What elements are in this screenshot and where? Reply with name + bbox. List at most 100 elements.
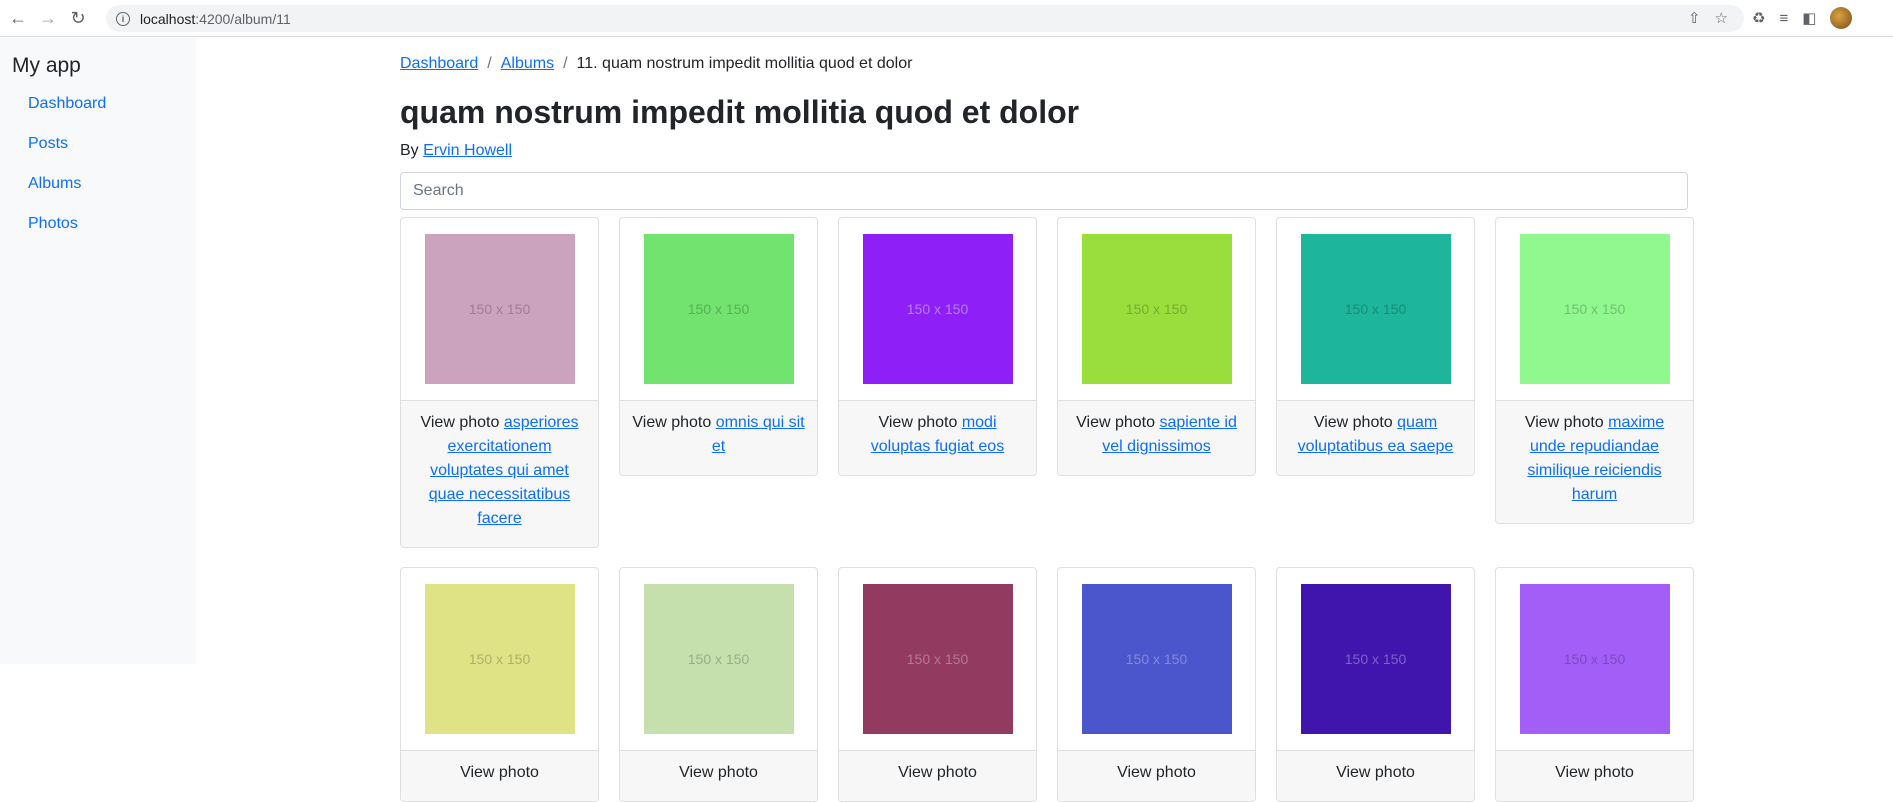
view-photo-prefix: View photo [1336,764,1415,781]
photo-thumbnail: 150 x 150 [1300,234,1451,384]
view-photo-prefix: View photo [679,764,758,781]
thumbnail-size-label: 150 x 150 [1125,301,1188,317]
photo-card: 150 x 150 View photo omnis qui sit et [619,217,818,476]
photo-caption: View photo [401,750,598,801]
photo-thumbnail-wrap: 150 x 150 [1496,218,1693,400]
author-link[interactable]: Ervin Howell [423,142,512,159]
view-photo-prefix: View photo [1313,414,1393,431]
site-info-icon[interactable]: i [116,11,130,26]
photo-caption: View photo [620,750,817,801]
view-photo-prefix: View photo [1117,764,1196,781]
photo-caption: View photo [1277,750,1474,801]
photo-caption: View photo [1058,750,1255,801]
photo-card: 150 x 150 View photo modi voluptas fugiat… [838,217,1037,476]
photo-card: 150 x 150 View photo quam voluptatibus ea… [1276,217,1475,476]
sidebar: My app Dashboard Posts Albums Photos [0,38,196,664]
thumbnail-size-label: 150 x 150 [468,301,531,317]
photo-thumbnail-wrap: 150 x 150 [620,568,817,750]
thumbnail-size-label: 150 x 150 [1344,301,1407,317]
reload-icon[interactable]: ↻ [66,6,90,30]
sidebar-item-photos[interactable]: Photos [28,215,106,255]
photo-caption: View photo modi voluptas fugiat eos [839,400,1036,475]
photo-card: 150 x 150 View photo [1057,567,1256,802]
photo-caption: View photo quam voluptatibus ea saepe [1277,400,1474,475]
thumbnail-size-label: 150 x 150 [906,651,969,667]
breadcrumb-separator: / [563,55,568,72]
view-photo-prefix: View photo [1524,414,1604,431]
view-photo-prefix: View photo [420,414,500,431]
photo-caption: View photo asperiores exercitationem vol… [401,400,598,547]
photo-thumbnail-wrap: 150 x 150 [1496,568,1693,750]
browser-toolbar: ← → ↻ i localhost:4200/album/11 ⇧ ☆ ♻ ≡ … [0,0,1893,37]
view-photo-prefix: View photo [898,764,977,781]
photo-thumbnail: 150 x 150 [424,584,575,734]
photo-thumbnail-wrap: 150 x 150 [401,218,598,400]
breadcrumb-current: 11. quam nostrum impedit mollitia quod e… [576,55,913,72]
url-path: :4200/album/11 [195,10,291,27]
thumbnail-size-label: 150 x 150 [1563,301,1626,317]
photo-card: 150 x 150 View photo asperiores exercitat… [400,217,599,548]
photo-thumbnail: 150 x 150 [862,234,1013,384]
view-photo-prefix: View photo [1076,414,1156,431]
url-host: localhost [140,10,196,27]
photo-card: 150 x 150 View photo [1276,567,1475,802]
photo-thumbnail-wrap: 150 x 150 [1277,218,1474,400]
photo-thumbnail: 150 x 150 [424,234,575,384]
photo-caption: View photo omnis qui sit et [620,400,817,475]
photo-thumbnail-wrap: 150 x 150 [839,218,1036,400]
extensions-puzzle-icon[interactable]: ♻ [1752,9,1765,27]
sidebar-item-albums[interactable]: Albums [28,175,106,215]
thumbnail-size-label: 150 x 150 [906,301,969,317]
photo-thumbnail-wrap: 150 x 150 [401,568,598,750]
app-brand[interactable]: My app [12,54,81,78]
photo-thumbnail: 150 x 150 [1081,584,1232,734]
breadcrumb: Dashboard / Albums / 11. quam nostrum im… [400,55,912,73]
view-photo-prefix: View photo [1555,764,1634,781]
photo-thumbnail: 150 x 150 [862,584,1013,734]
photo-caption: View photo [1496,750,1693,801]
photo-thumbnail-wrap: 150 x 150 [1058,218,1255,400]
back-icon[interactable]: ← [6,6,30,30]
bookmark-star-icon[interactable]: ☆ [1715,9,1728,27]
search-input[interactable] [400,172,1688,210]
photo-title-link[interactable]: omnis qui sit et [712,414,805,455]
view-photo-prefix: View photo [878,414,958,431]
photo-card: 150 x 150 View photo sapiente id vel dign… [1057,217,1256,476]
photo-thumbnail: 150 x 150 [1519,584,1670,734]
photo-caption: View photo [839,750,1036,801]
share-icon[interactable]: ⇧ [1688,9,1701,27]
sidebar-item-dashboard[interactable]: Dashboard [28,95,106,135]
forward-icon[interactable]: → [36,6,60,30]
photo-thumbnail: 150 x 150 [643,234,794,384]
photo-thumbnail-wrap: 150 x 150 [839,568,1036,750]
thumbnail-size-label: 150 x 150 [1125,651,1188,667]
view-photo-prefix: View photo [460,764,539,781]
photo-thumbnail: 150 x 150 [1081,234,1232,384]
photo-card: 150 x 150 View photo [400,567,599,802]
view-photo-prefix: View photo [632,414,712,431]
thumbnail-size-label: 150 x 150 [687,651,750,667]
reading-list-icon[interactable]: ≡ [1779,10,1788,27]
side-panel-icon[interactable]: ◧ [1802,9,1816,27]
photo-thumbnail-wrap: 150 x 150 [620,218,817,400]
photo-card: 150 x 150 View photo [619,567,818,802]
breadcrumb-separator: / [487,55,492,72]
photo-caption: View photo maxime unde repudiandae simil… [1496,400,1693,523]
photo-card: 150 x 150 View photo maxime unde repudian… [1495,217,1694,524]
address-bar[interactable]: i localhost:4200/album/11 ⇧ ☆ [106,5,1744,32]
photo-caption: View photo sapiente id vel dignissimos [1058,400,1255,475]
thumbnail-size-label: 150 x 150 [468,651,531,667]
album-byline: By Ervin Howell [400,142,512,160]
thumbnail-size-label: 150 x 150 [1563,651,1626,667]
sidebar-nav: Dashboard Posts Albums Photos [28,95,106,255]
sidebar-item-posts[interactable]: Posts [28,135,106,175]
breadcrumb-dashboard-link[interactable]: Dashboard [400,55,478,73]
byline-prefix: By [400,142,419,159]
photo-thumbnail-wrap: 150 x 150 [1058,568,1255,750]
profile-avatar[interactable] [1830,7,1853,29]
photo-thumbnail: 150 x 150 [1519,234,1670,384]
photo-card: 150 x 150 View photo [838,567,1037,802]
breadcrumb-albums-link[interactable]: Albums [501,55,554,73]
photo-thumbnail: 150 x 150 [1300,584,1451,734]
photo-thumbnail: 150 x 150 [643,584,794,734]
